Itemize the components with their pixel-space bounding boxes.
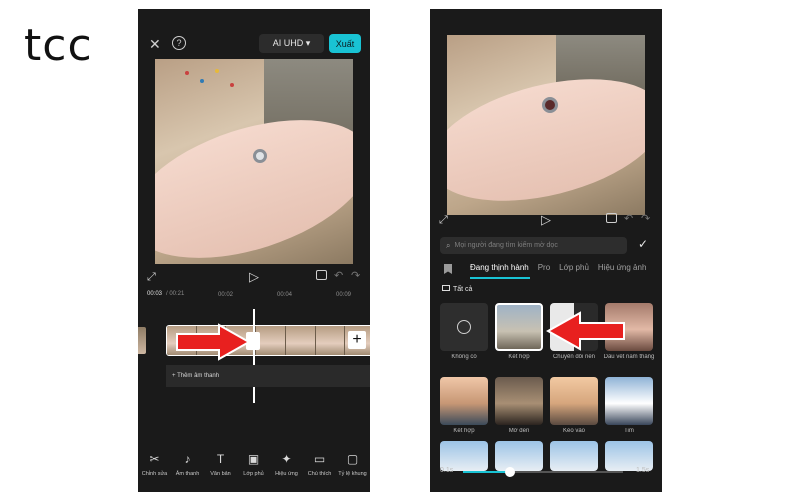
fullscreen-icon[interactable]: ⤢ xyxy=(439,214,448,227)
text-icon: T xyxy=(216,452,225,466)
overlay-icon: ▣ xyxy=(247,452,260,466)
total-time: / 00:21 xyxy=(166,291,185,297)
export-button[interactable]: Xuất xyxy=(329,34,361,53)
none-icon xyxy=(457,320,471,334)
play-icon[interactable]: ▷ xyxy=(249,269,259,285)
transition-item[interactable] xyxy=(495,441,543,471)
tab-pro[interactable]: Pro xyxy=(538,263,550,272)
tool-text[interactable]: T Văn bản xyxy=(204,452,237,492)
ratio-icon: ▢ xyxy=(346,452,359,466)
transition-label: Chuyển đổi nền xyxy=(552,354,596,360)
add-audio-button[interactable]: + Thêm âm thanh xyxy=(166,365,370,387)
keyframe-icon[interactable] xyxy=(316,270,327,280)
red-arrow-left xyxy=(546,311,625,351)
tab-overlay[interactable]: Lớp phủ xyxy=(559,263,589,272)
duration-slider-fill xyxy=(463,471,510,473)
play-icon[interactable]: ▷ xyxy=(541,212,551,228)
transition-pull-in[interactable] xyxy=(550,377,598,425)
transition-label: Tim xyxy=(624,428,634,434)
tool-label: Tỷ lệ khung xyxy=(338,471,367,477)
tool-effects[interactable]: ✦ Hiệu ứng xyxy=(270,452,303,492)
transition-item[interactable] xyxy=(550,441,598,471)
tool-edit[interactable]: ✂ Chỉnh sửa xyxy=(138,452,171,492)
transition-label: Mờ đen xyxy=(508,428,530,434)
ruler-tick: 00:02 xyxy=(218,292,234,298)
fullscreen-icon[interactable]: ⤢ xyxy=(147,271,156,284)
transition-label: Dấu vết năm tháng xyxy=(603,354,655,360)
music-note-icon: ♪ xyxy=(184,452,191,466)
duration-max-label: 1.5s xyxy=(636,467,650,474)
transition-label: Không có xyxy=(451,354,477,360)
video-preview xyxy=(447,35,645,215)
keyframe-icon[interactable] xyxy=(606,213,617,223)
search-placeholder: Mọi người đang tìm kiếm mờ dọc xyxy=(454,242,558,249)
filter-all[interactable]: Tất cả xyxy=(442,285,472,293)
add-clip-button[interactable]: + xyxy=(348,331,366,349)
tool-captions[interactable]: ▭ Chú thích xyxy=(303,452,336,492)
tool-label: Âm thanh xyxy=(175,471,200,477)
ruler-tick: 00:09 xyxy=(336,292,352,298)
editor-screen: ✕ ? AI UHD ▾ Xuất ⤢ ▷ ↶ ↷ 00:03 / 00:21 … xyxy=(138,9,370,492)
red-arrow-right xyxy=(176,323,251,361)
tab-photo-effects[interactable]: Hiệu ứng ảnh xyxy=(598,263,647,272)
tool-label: Chú thích xyxy=(307,471,332,477)
playhead[interactable] xyxy=(253,309,255,403)
video-preview xyxy=(155,59,353,264)
tool-label: Chỉnh sửa xyxy=(141,471,168,477)
tool-label: Hiệu ứng xyxy=(275,471,298,477)
tool-ratio[interactable]: ▢ Tỷ lệ khung xyxy=(336,452,369,492)
transition-label: Kết hợp xyxy=(453,428,475,434)
duration-min-label: 0.1s xyxy=(440,467,454,474)
search-icon: ⌕ xyxy=(446,240,451,250)
current-time: 00:03 xyxy=(147,291,163,297)
help-icon[interactable]: ? xyxy=(172,36,186,50)
tab-trending[interactable]: Đang thịnh hành xyxy=(470,263,529,272)
redo-icon[interactable]: ↷ xyxy=(351,269,360,282)
undo-icon[interactable]: ↶ xyxy=(624,212,633,225)
transition-blend[interactable] xyxy=(495,303,543,351)
transition-none[interactable] xyxy=(440,303,488,351)
duration-slider-handle[interactable] xyxy=(505,467,515,477)
grid-icon xyxy=(442,285,450,291)
tool-label: Văn bản xyxy=(210,471,231,477)
transition-fade-black[interactable] xyxy=(495,377,543,425)
filter-all-label: Tất cả xyxy=(453,286,473,293)
scissors-icon: ✂ xyxy=(149,452,160,466)
active-tab-indicator xyxy=(470,277,530,279)
ruler-tick: 00:04 xyxy=(277,292,293,298)
previous-clip[interactable] xyxy=(138,327,146,354)
redo-icon[interactable]: ↷ xyxy=(641,212,650,225)
transition-label: Kéo vào xyxy=(562,428,586,434)
captions-icon: ▭ xyxy=(313,452,326,466)
search-input[interactable]: ⌕ Mọi người đang tìm kiếm mờ dọc xyxy=(440,237,627,254)
transition-heart[interactable] xyxy=(605,377,653,425)
close-icon[interactable]: ✕ xyxy=(149,37,161,51)
confirm-check-icon[interactable]: ✓ xyxy=(638,237,648,251)
tool-label: Lớp phủ xyxy=(243,471,264,477)
transition-label: Kết hợp xyxy=(508,354,530,360)
bookmark-icon[interactable] xyxy=(444,264,452,274)
effects-icon: ✦ xyxy=(281,452,292,466)
tcc-logo: tcc xyxy=(24,20,93,71)
bottom-toolbar: ✂ Chỉnh sửa ♪ Âm thanh T Văn bản ▣ Lớp phủ ✦… xyxy=(138,452,370,492)
transitions-screen: ⤢ ▷ ↶ ↷ ⌕ Mọi người đang tìm kiếm mờ dọc… xyxy=(430,9,662,492)
tool-audio[interactable]: ♪ Âm thanh xyxy=(171,452,204,492)
transition-blend-2[interactable] xyxy=(440,377,488,425)
tool-overlay[interactable]: ▣ Lớp phủ xyxy=(237,452,270,492)
quality-dropdown[interactable]: AI UHD ▾ xyxy=(259,34,324,53)
undo-icon[interactable]: ↶ xyxy=(334,269,343,282)
